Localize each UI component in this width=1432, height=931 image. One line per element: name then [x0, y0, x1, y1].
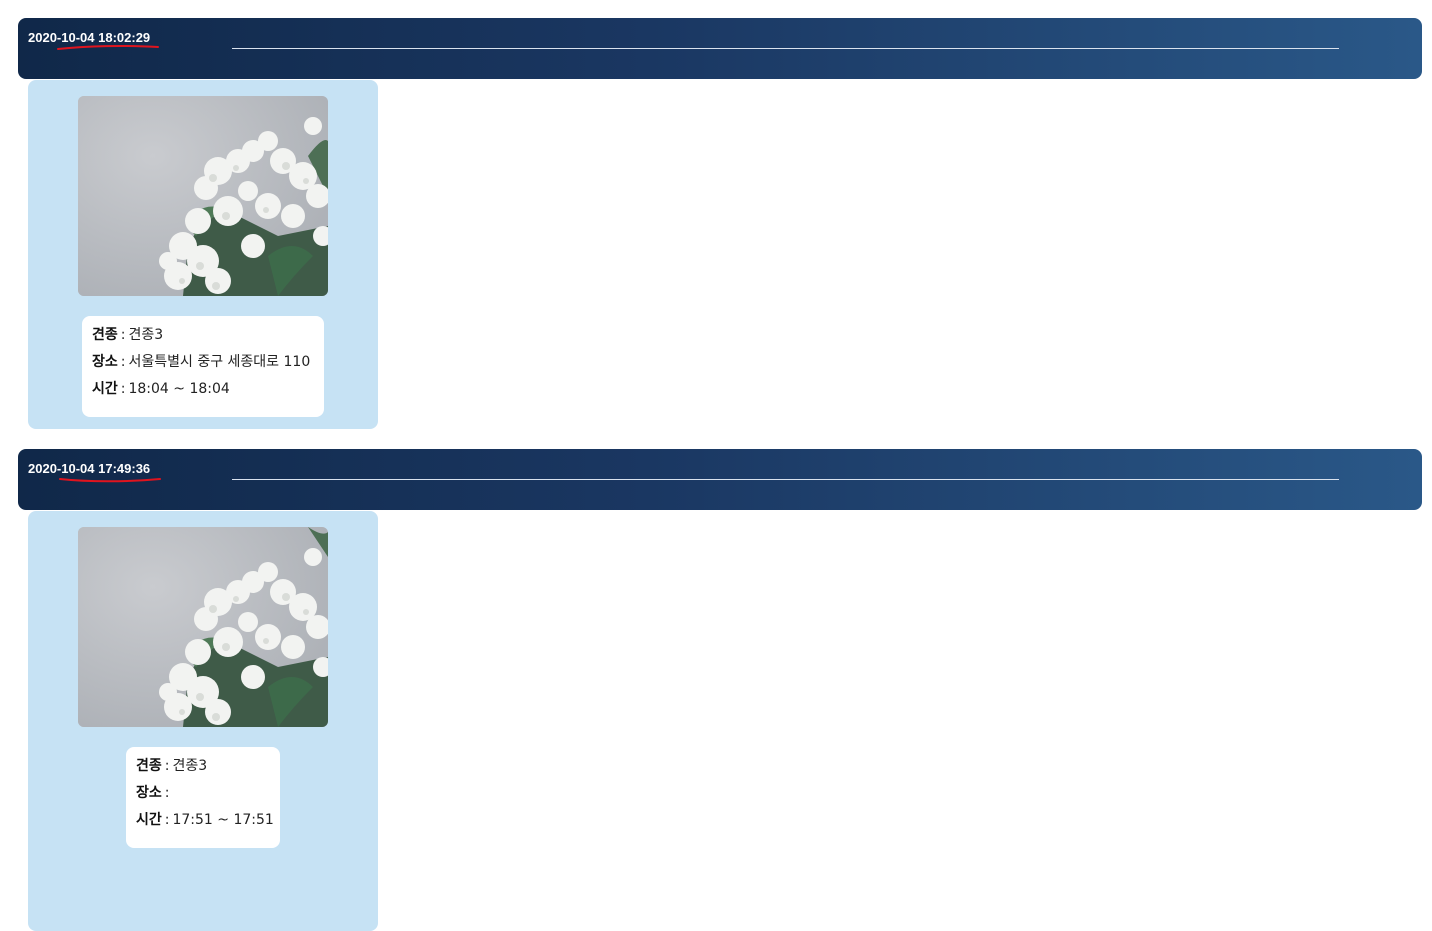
red-underline-annotation — [57, 44, 159, 50]
header-divider — [232, 479, 1339, 480]
breed-line: 견종: 견종3 — [92, 325, 314, 352]
breed-value: 견종3 — [172, 758, 208, 774]
separator: : — [120, 381, 126, 397]
place-label: 장소 — [136, 785, 162, 801]
report-info-box: 견종: 견종3 장소: 시간:17:51 ~ 17:51 — [126, 747, 280, 848]
entry-header: 2020-10-04 18:02:29 — [18, 18, 1422, 79]
place-line: 장소: 서울특별시 중구 세종대로 110 — [92, 352, 314, 379]
white-flowers-image — [78, 96, 328, 296]
time-value: 17:51 ~ 17:51 — [172, 812, 274, 828]
separator: : — [164, 812, 170, 828]
time-label: 시간 — [92, 381, 118, 397]
report-card: 견종: 견종3 장소: 서울특별시 중구 세종대로 110 시간:18:04 ~ 1… — [28, 80, 378, 429]
place-label: 장소 — [92, 354, 118, 370]
breed-line: 견종: 견종3 — [136, 756, 270, 783]
time-line: 시간:18:04 ~ 18:04 — [92, 379, 314, 406]
separator: : — [164, 785, 170, 801]
breed-label: 견종 — [92, 327, 118, 343]
breed-label: 견종 — [136, 758, 162, 774]
breed-value: 견종3 — [128, 327, 164, 343]
time-line: 시간:17:51 ~ 17:51 — [136, 810, 274, 837]
time-label: 시간 — [136, 812, 162, 828]
entry-timestamp: 2020-10-04 17:49:36 — [28, 461, 151, 476]
flower-photo[interactable] — [78, 96, 328, 296]
separator: : — [164, 758, 170, 774]
entry-header: 2020-10-04 17:49:36 — [18, 449, 1422, 510]
place-value: 서울특별시 중구 세종대로 110 — [128, 354, 311, 370]
separator: : — [120, 354, 126, 370]
place-line: 장소: — [136, 783, 270, 810]
report-card: 견종: 견종3 장소: 시간:17:51 ~ 17:51 — [28, 511, 378, 931]
report-info-box: 견종: 견종3 장소: 서울특별시 중구 세종대로 110 시간:18:04 ~ 1… — [82, 316, 324, 417]
red-underline-annotation — [59, 478, 161, 483]
report-entry: 2020-10-04 18:02:29 견종: 견종3 장소: 서울특별시 … — [0, 18, 1432, 429]
separator: : — [120, 327, 126, 343]
header-divider — [232, 48, 1339, 49]
time-value: 18:04 ~ 18:04 — [128, 381, 230, 397]
flower-photo[interactable] — [78, 527, 328, 727]
white-flowers-image — [78, 527, 328, 727]
report-entry: 2020-10-04 17:49:36 견종: 견종3 장소: 시간: 1… — [0, 449, 1432, 931]
